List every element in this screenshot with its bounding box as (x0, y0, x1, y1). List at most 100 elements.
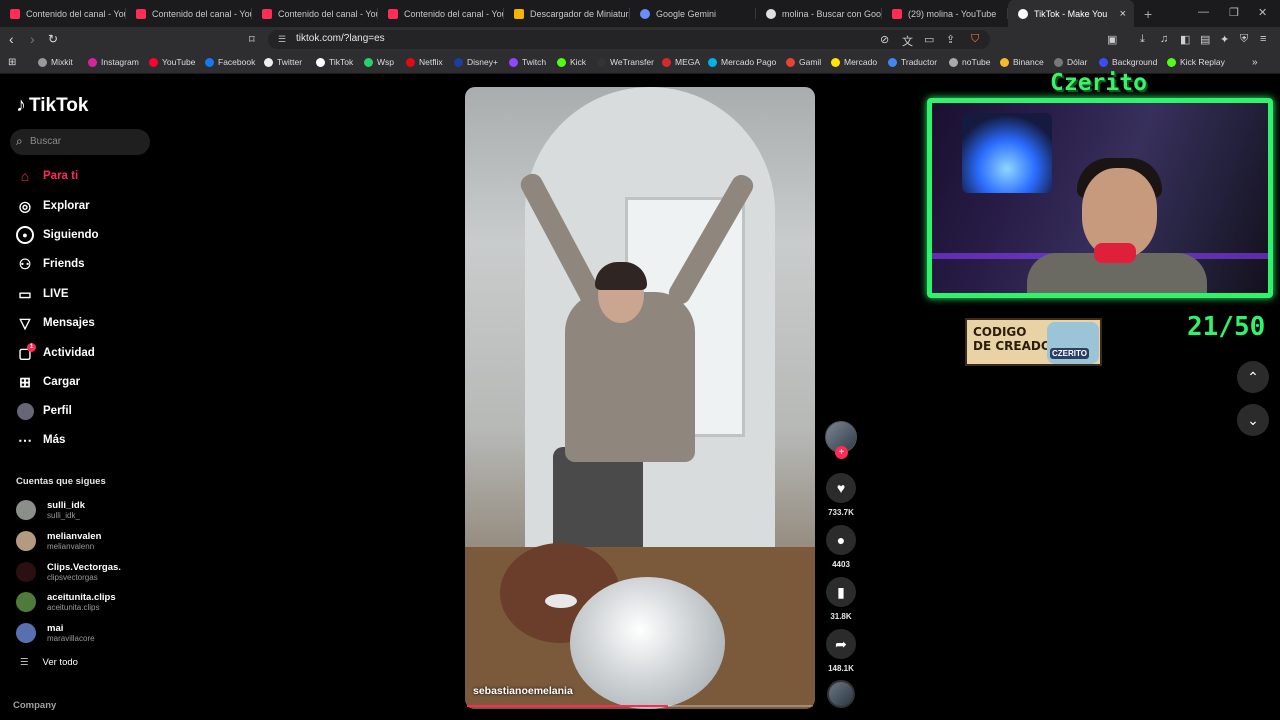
youtube-icon (10, 8, 20, 19)
creator-logo-text: CZERITO (1050, 348, 1089, 359)
bookmark-item[interactable]: Wsp (364, 57, 394, 67)
back-icon[interactable]: ‹ (9, 31, 14, 47)
nav-for-you[interactable]: ⌂ Para ti (16, 165, 78, 187)
bookmark-item[interactable]: Netflix (406, 57, 443, 67)
video-player[interactable] (465, 87, 815, 709)
see-all-link[interactable]: ☰ Ver todo (20, 657, 78, 668)
upload-icon: ⊞ (19, 373, 31, 390)
bookmark-item[interactable]: Background (1099, 57, 1157, 67)
browser-tab-active[interactable]: TikTok - Make You × (1008, 0, 1134, 27)
live-icon: ▭ (18, 285, 32, 302)
browser-tab[interactable]: Google Gemini (630, 0, 756, 27)
new-tab-icon[interactable]: + (1144, 6, 1152, 22)
browser-tab[interactable]: Descargador de Miniatura (504, 0, 630, 27)
nav-upload[interactable]: ⊞ Cargar (16, 371, 80, 393)
followed-account[interactable]: mai maravillacore (16, 620, 95, 646)
save-button[interactable]: ▮ 31.8K (826, 577, 856, 621)
follow-plus-icon[interactable]: + (835, 446, 848, 459)
nav-friends[interactable]: ⚇ Friends (16, 253, 85, 275)
followed-account[interactable]: Clips.Vectorgas. clipsvectorgas (16, 559, 121, 585)
activity-icon: ▢ 1 (16, 343, 36, 362)
nav-profile[interactable]: Perfil (16, 400, 72, 422)
tab-title: TikTok - Make You (1034, 8, 1108, 19)
wallet-icon[interactable]: ▤ (1200, 33, 1210, 46)
music-disc[interactable] (827, 680, 855, 708)
bookmark-item[interactable]: Twitch (509, 57, 546, 67)
nav-activity[interactable]: ▢ 1 Actividad (16, 342, 95, 364)
sidebar-icon[interactable]: ◧ (1180, 33, 1190, 46)
url-text[interactable]: tiktok.com/?lang=es (296, 33, 385, 44)
comment-button[interactable]: ● 4403 (826, 525, 856, 569)
share-button[interactable]: ➦ 148.1K (826, 629, 856, 673)
bookmark-item[interactable]: MEGA (662, 57, 700, 67)
nav-live[interactable]: ▭ LIVE (16, 283, 68, 305)
bookmark-item[interactable]: Dólar (1054, 57, 1087, 67)
site-info-icon[interactable]: ☰ (278, 34, 286, 45)
like-button[interactable]: ♥ 733.7K (826, 473, 856, 517)
cast-icon[interactable]: ▭ (924, 33, 934, 46)
search-input[interactable]: ⌕ Buscar (10, 129, 150, 155)
bookmark-item[interactable]: Kick Replay (1167, 57, 1225, 67)
browser-tab[interactable]: (29) molina - YouTube (882, 0, 1008, 27)
browser-tab[interactable]: Contenido del canal - You (378, 0, 504, 27)
close-tab-icon[interactable]: × (1120, 8, 1126, 20)
close-window-icon[interactable]: ✕ (1258, 6, 1267, 19)
nav-more[interactable]: ⋯ Más (16, 429, 65, 451)
bookmark-item[interactable]: Binance (1000, 57, 1044, 67)
bookmark-item[interactable]: Traductor (888, 57, 937, 67)
media-icon[interactable]: ♫ (1160, 33, 1168, 45)
browser-tab[interactable]: Contenido del canal - You (0, 0, 126, 27)
bookmark-item[interactable]: WeTransfer (597, 57, 654, 67)
tiktok-icon: ♪ (16, 94, 26, 116)
nav-label: Mensajes (43, 317, 95, 329)
reload-icon[interactable]: ↻ (48, 32, 58, 46)
bookmark-item[interactable]: Mercado (831, 57, 877, 67)
more-bookmarks-icon[interactable]: » (1252, 57, 1258, 68)
tab-search-icon[interactable]: ▣ (1107, 33, 1117, 46)
nav-messages[interactable]: ▽ Mensajes (16, 312, 95, 334)
share-icon[interactable]: ⇪ (946, 33, 955, 46)
tiktok-logo[interactable]: ♪ TikTok (16, 94, 88, 117)
bookmark-icon: ▮ (826, 577, 856, 607)
bookmark-item[interactable]: TikTok (316, 57, 353, 67)
bookmark-item[interactable]: noTube (949, 57, 991, 67)
restore-icon[interactable]: ❐ (1229, 6, 1239, 19)
browser-tab[interactable]: Contenido del canal - You (252, 0, 378, 27)
leo-ai-icon[interactable]: ✦ (1220, 33, 1229, 46)
followed-account[interactable]: aceitunita.clips aceitunita.clips (16, 589, 116, 615)
browser-tab-bar: Contenido del canal - You Contenido del … (0, 0, 1280, 27)
apps-icon[interactable]: ⊞ (8, 57, 16, 68)
browser-tab[interactable]: molina - Buscar con Goog (756, 0, 882, 27)
bookmark-item[interactable]: Twitter (264, 57, 302, 67)
vpn-icon[interactable]: ⛨ (1240, 33, 1248, 46)
bookmark-item[interactable]: Mercado Pago (708, 57, 776, 67)
bookmark-item[interactable]: Gamil (786, 57, 821, 67)
download-icon[interactable]: ⤓ (1140, 33, 1145, 46)
no-tracking-icon[interactable]: ⊘ (880, 33, 889, 46)
gemini-icon (640, 8, 650, 19)
bookmark-icon[interactable]: ⌑ (249, 33, 255, 46)
translate-icon[interactable]: 文 (902, 33, 913, 49)
previous-video-button[interactable]: ⌃ (1237, 361, 1269, 393)
bookmark-item[interactable]: Disney+ (454, 57, 498, 67)
forward-icon[interactable]: › (30, 31, 35, 47)
browser-tab[interactable]: Contenido del canal - You (126, 0, 252, 27)
nav-following[interactable]: ● Siguiendo (16, 224, 99, 246)
bookmark-item[interactable]: Facebook (205, 57, 255, 67)
video-author[interactable]: sebastianoemelania (473, 685, 573, 697)
bookmark-item[interactable]: Kick (557, 57, 586, 67)
followed-account[interactable]: melianvalen melianvalenn (16, 528, 101, 554)
company-link[interactable]: Company (13, 700, 56, 711)
next-video-button[interactable]: ⌄ (1237, 404, 1269, 436)
menu-icon[interactable]: ≡ (1260, 33, 1266, 45)
nav-explore[interactable]: ◎ Explorar (16, 195, 90, 217)
bookmark-item[interactable]: Instagram (88, 57, 139, 67)
minimize-icon[interactable]: — (1198, 6, 1209, 18)
streamer-name: Czerito (1050, 70, 1147, 96)
bookmark-item[interactable]: Mixkit (38, 57, 73, 67)
bookmark-item[interactable]: YouTube (149, 57, 195, 67)
home-icon: ⌂ (20, 168, 30, 184)
brave-shield-icon[interactable]: ⛉ (971, 33, 979, 46)
video-progress-bar[interactable] (467, 705, 813, 707)
followed-account[interactable]: sulli_idk sulli_idk_ (16, 497, 85, 523)
